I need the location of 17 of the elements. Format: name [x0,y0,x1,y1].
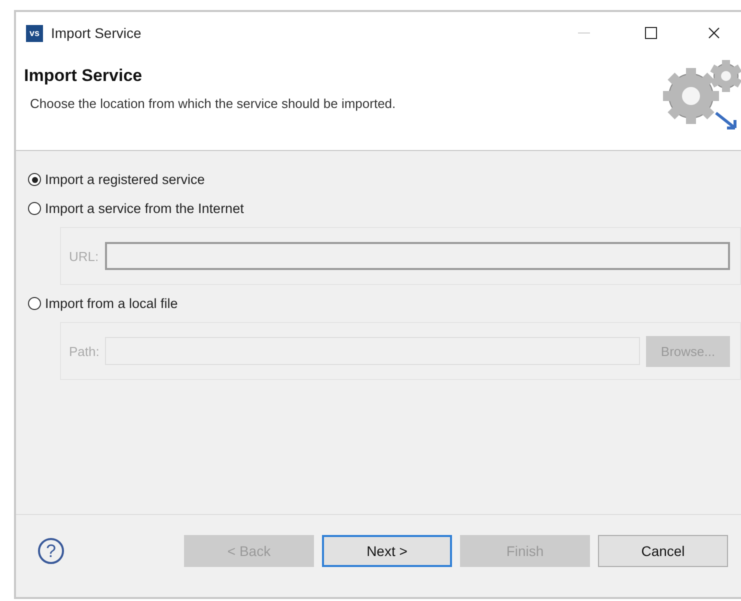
field-label: Path: [69,344,100,358]
radio-button[interactable] [28,202,41,215]
page-description: Choose the location from which the service should be imported. [30,96,396,111]
close-icon[interactable] [708,27,720,39]
help-icon[interactable]: ? [38,538,64,564]
radio-button[interactable] [28,173,41,186]
radio-label[interactable]: Import from a local file [45,296,178,311]
page-title: Import Service [24,66,144,86]
app-logo-icon: vs [26,24,43,42]
maximize-icon[interactable] [644,27,656,39]
radio-button[interactable] [28,297,41,310]
dialog-button[interactable]: Next > [322,535,452,567]
window-title: Import Service [51,25,142,41]
field-label: URL: [69,248,99,264]
dialog-button[interactable]: Cancel [598,535,728,567]
radio-label[interactable]: Import a service from the Internet [45,201,244,216]
radio-label[interactable]: Import a registered service [45,172,205,187]
